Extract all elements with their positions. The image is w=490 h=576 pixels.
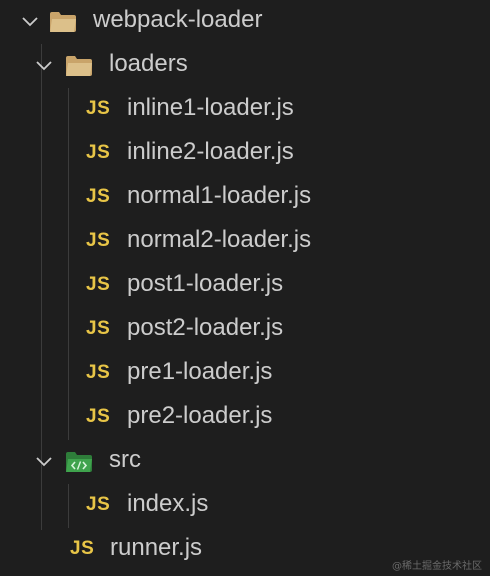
file-label: post2-loader.js xyxy=(127,314,284,341)
file-label: runner.js xyxy=(110,534,203,561)
chevron-down-icon[interactable] xyxy=(33,55,55,77)
js-file-icon: JS xyxy=(86,406,111,427)
folder-label-src: src xyxy=(109,446,141,473)
js-file-icon: JS xyxy=(86,142,111,163)
file-label: normal2-loader.js xyxy=(127,226,312,253)
watermark: @稀土掘金技术社区 xyxy=(392,561,482,572)
js-file-icon: JS xyxy=(86,230,111,251)
tree-row-file[interactable]: JS post2-loader.js xyxy=(0,308,490,352)
js-file-icon: JS xyxy=(70,538,95,559)
tree-row-file[interactable]: JS normal2-loader.js xyxy=(0,220,490,264)
file-label: normal1-loader.js xyxy=(127,182,312,209)
js-file-icon: JS xyxy=(86,98,111,119)
js-file-icon: JS xyxy=(86,494,111,515)
chevron-down-icon[interactable] xyxy=(33,451,55,473)
chevron-down-icon[interactable] xyxy=(19,11,41,33)
folder-label-root: webpack-loader xyxy=(93,6,263,33)
tree-row-file[interactable]: JS index.js xyxy=(0,484,490,528)
folder-label-loaders: loaders xyxy=(109,50,188,77)
tree-row-file[interactable]: JS pre2-loader.js xyxy=(0,396,490,440)
js-file-icon: JS xyxy=(86,318,111,339)
file-label: pre1-loader.js xyxy=(127,358,273,385)
folder-open-icon xyxy=(64,54,94,78)
tree-row-file[interactable]: JS normal1-loader.js xyxy=(0,176,490,220)
file-label: index.js xyxy=(127,490,209,517)
js-file-icon: JS xyxy=(86,362,111,383)
file-explorer-tree: webpack-loader loaders JS inline1-loader… xyxy=(0,0,490,576)
tree-row-src[interactable]: src xyxy=(0,440,490,484)
js-file-icon: JS xyxy=(86,274,111,295)
file-label: post1-loader.js xyxy=(127,270,284,297)
tree-row-webpack-loader[interactable]: webpack-loader xyxy=(0,0,490,44)
file-label: inline2-loader.js xyxy=(127,138,294,165)
file-label: inline1-loader.js xyxy=(127,94,294,121)
folder-open-icon xyxy=(48,10,78,34)
tree-row-file[interactable]: JS post1-loader.js xyxy=(0,264,490,308)
tree-row-file[interactable]: JS inline2-loader.js xyxy=(0,132,490,176)
tree-row-file[interactable]: JS pre1-loader.js xyxy=(0,352,490,396)
tree-row-file[interactable]: JS inline1-loader.js xyxy=(0,88,490,132)
src-folder-icon xyxy=(64,450,94,474)
tree-row-loaders[interactable]: loaders xyxy=(0,44,490,88)
file-label: pre2-loader.js xyxy=(127,402,273,429)
js-file-icon: JS xyxy=(86,186,111,207)
